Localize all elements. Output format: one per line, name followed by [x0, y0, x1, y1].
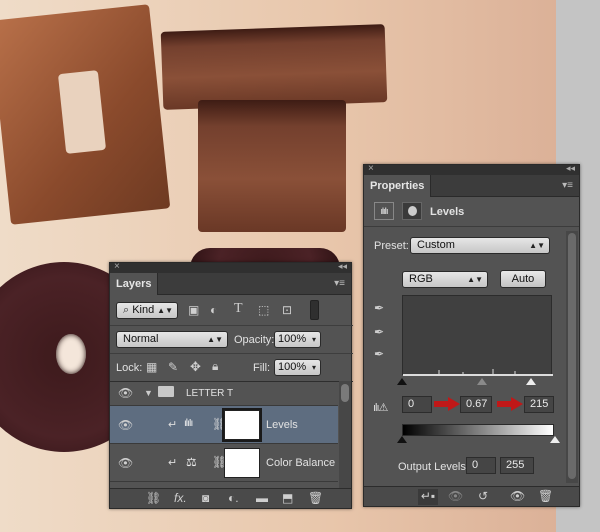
auto-button[interactable]: Auto — [500, 270, 546, 288]
red-arrow-annotation — [497, 397, 523, 411]
levels-adjustment-icon: ılıIı — [374, 202, 394, 220]
properties-footer: ↵▪ 👁︎ ↺ 👁︎ 🗑︎ — [364, 486, 579, 506]
collapse-icon[interactable]: ◂◂ — [338, 261, 347, 272]
group-name: LETTER T — [186, 388, 234, 399]
tab-layers[interactable]: Layers — [110, 273, 159, 295]
lock-transparent-icon[interactable]: ▦ — [146, 360, 157, 374]
panel-menu-icon[interactable]: ▾≡ — [334, 278, 345, 289]
opacity-label: Opacity: — [234, 334, 275, 346]
filter-adjustment-icon[interactable]: ◐ — [210, 303, 217, 317]
fill-label: Fill: — [253, 362, 271, 374]
group-expand-icon[interactable]: ▼ — [144, 388, 153, 398]
filter-shape-icon[interactable]: ⬚ — [258, 303, 269, 317]
gray-eyedropper-icon[interactable]: ✒︎ — [374, 325, 384, 339]
input-gamma-slider[interactable] — [477, 378, 487, 385]
filter-kind-select[interactable]: ⌕ Kind ▲▼ — [116, 302, 178, 319]
lock-position-icon[interactable]: ✥ — [190, 359, 201, 375]
black-eyedropper-icon[interactable]: ✒︎ — [374, 301, 384, 315]
lock-all-icon[interactable]: 🔒︎ — [212, 359, 218, 374]
input-gamma-field[interactable]: 0.67 — [460, 396, 492, 413]
layer-name: Levels — [266, 419, 298, 431]
input-white-field[interactable]: 215 — [524, 396, 554, 413]
output-black-slider[interactable] — [397, 436, 407, 443]
clip-to-layer-icon[interactable]: ↵▪ — [418, 489, 438, 505]
output-slider[interactable] — [397, 436, 560, 446]
properties-scrollbar[interactable] — [566, 231, 578, 483]
collapse-icon[interactable]: ◂◂ — [566, 163, 575, 174]
levels-adjustment-icon: ılıIı — [184, 418, 193, 429]
layer-mask-thumbnail[interactable] — [222, 408, 262, 442]
blend-mode-label: Normal — [123, 333, 159, 345]
view-previous-icon[interactable]: 👁︎ — [448, 489, 463, 503]
opacity-value: 100% — [278, 333, 307, 345]
link-layers-icon[interactable]: ⛓︎ — [146, 491, 161, 505]
levels-header: ılıIı Levels — [364, 197, 579, 227]
preset-label: Preset: — [374, 240, 409, 252]
visibility-eye-icon[interactable]: 👁︎ — [118, 386, 133, 400]
add-mask-icon[interactable]: ◙ — [202, 491, 209, 505]
layer-mask-thumbnail[interactable] — [224, 448, 260, 478]
output-gradient — [402, 424, 554, 436]
clipping-arrow-icon: ↵ — [168, 419, 178, 431]
reset-icon[interactable]: ↺ — [478, 489, 488, 503]
layers-panel-titlebar[interactable]: × ◂◂ — [110, 261, 351, 273]
clipping-arrow-icon: ↵ — [168, 457, 178, 469]
new-layer-icon[interactable]: ⬒ — [282, 491, 293, 505]
output-white-slider[interactable] — [550, 436, 560, 443]
adjustment-title: Levels — [430, 206, 465, 218]
properties-panel-titlebar[interactable]: × ◂◂ — [364, 163, 579, 175]
visibility-eye-icon[interactable]: 👁︎ — [118, 418, 133, 432]
layer-group-row[interactable]: 👁︎ ▼ LETTER T — [110, 382, 338, 406]
layer-row-levels[interactable]: 👁︎ ↵ ılıIı ⛓︎ Levels — [110, 406, 338, 444]
input-white-slider[interactable] — [526, 378, 536, 385]
mask-icon[interactable] — [402, 202, 422, 220]
white-eyedropper-icon[interactable]: ✒︎ — [374, 347, 384, 361]
toggle-visibility-icon[interactable]: 👁︎ — [510, 489, 525, 503]
filter-toggle-switch[interactable] — [310, 300, 319, 320]
fill-value: 100% — [278, 361, 307, 373]
search-icon: ⌕ — [123, 304, 133, 316]
filter-type-icon[interactable]: T — [234, 301, 243, 317]
folder-icon — [158, 386, 174, 397]
layer-row-color-balance[interactable]: 👁︎ ↵ ⚖︎ ⛓︎ Color Balance — [110, 444, 338, 482]
layers-panel: × ◂◂ Layers ▾≡ ⌕ Kind ▲▼ ▣ ◐ T ⬚ ⊡ Normal… — [109, 261, 353, 509]
preset-select[interactable]: Custom ▲▼ — [410, 237, 550, 254]
red-arrow-annotation — [434, 397, 460, 411]
filter-pixel-icon[interactable]: ▣ — [188, 303, 199, 317]
input-black-field[interactable]: 0 — [402, 396, 432, 413]
input-black-slider[interactable] — [397, 378, 407, 385]
layers-footer: ⛓︎ fx. ◙ ◐. ▬ ⬒ 🗑︎ — [110, 488, 351, 508]
channel-select[interactable]: RGB ▲▼ — [402, 271, 488, 288]
preset-value: Custom — [417, 239, 455, 251]
output-black-field[interactable]: 0 — [466, 457, 496, 474]
lock-image-icon[interactable]: ✎ — [168, 360, 178, 374]
layers-scrollbar[interactable] — [339, 381, 351, 489]
fx-icon[interactable]: fx. — [174, 491, 187, 505]
output-white-field[interactable]: 255 — [500, 457, 534, 474]
new-adjustment-icon[interactable]: ◐. — [228, 491, 239, 505]
visibility-eye-icon[interactable]: 👁︎ — [118, 456, 133, 470]
channel-value: RGB — [409, 273, 433, 285]
color-balance-icon: ⚖︎ — [186, 455, 197, 469]
panel-menu-icon[interactable]: ▾≡ — [562, 180, 573, 191]
tab-properties[interactable]: Properties — [364, 175, 432, 197]
clipping-warning-icon[interactable]: ılı⚠ — [373, 401, 388, 414]
fill-field[interactable]: 100% ▾ — [274, 359, 321, 376]
new-group-icon[interactable]: ▬ — [256, 491, 268, 505]
opacity-field[interactable]: 100% ▾ — [274, 331, 321, 348]
trash-icon[interactable]: 🗑︎ — [308, 491, 323, 505]
filter-kind-label: Kind — [132, 304, 155, 316]
close-icon[interactable]: × — [368, 163, 374, 174]
lock-label: Lock: — [116, 362, 143, 374]
output-levels-label: Output Levels: — [398, 461, 469, 473]
layers-list: 👁︎ ▼ LETTER T 👁︎ ↵ ılıIı ⛓︎ Levels 👁︎ ↵ … — [110, 381, 353, 489]
close-icon[interactable]: × — [114, 261, 120, 272]
trash-icon[interactable]: 🗑︎ — [538, 489, 553, 503]
input-slider[interactable] — [397, 376, 556, 388]
histogram — [402, 295, 553, 376]
histogram-graph — [403, 369, 553, 376]
filter-smart-object-icon[interactable]: ⊡ — [282, 303, 292, 317]
layer-name: Color Balance — [266, 457, 336, 469]
blend-mode-select[interactable]: Normal ▲▼ — [116, 331, 228, 348]
